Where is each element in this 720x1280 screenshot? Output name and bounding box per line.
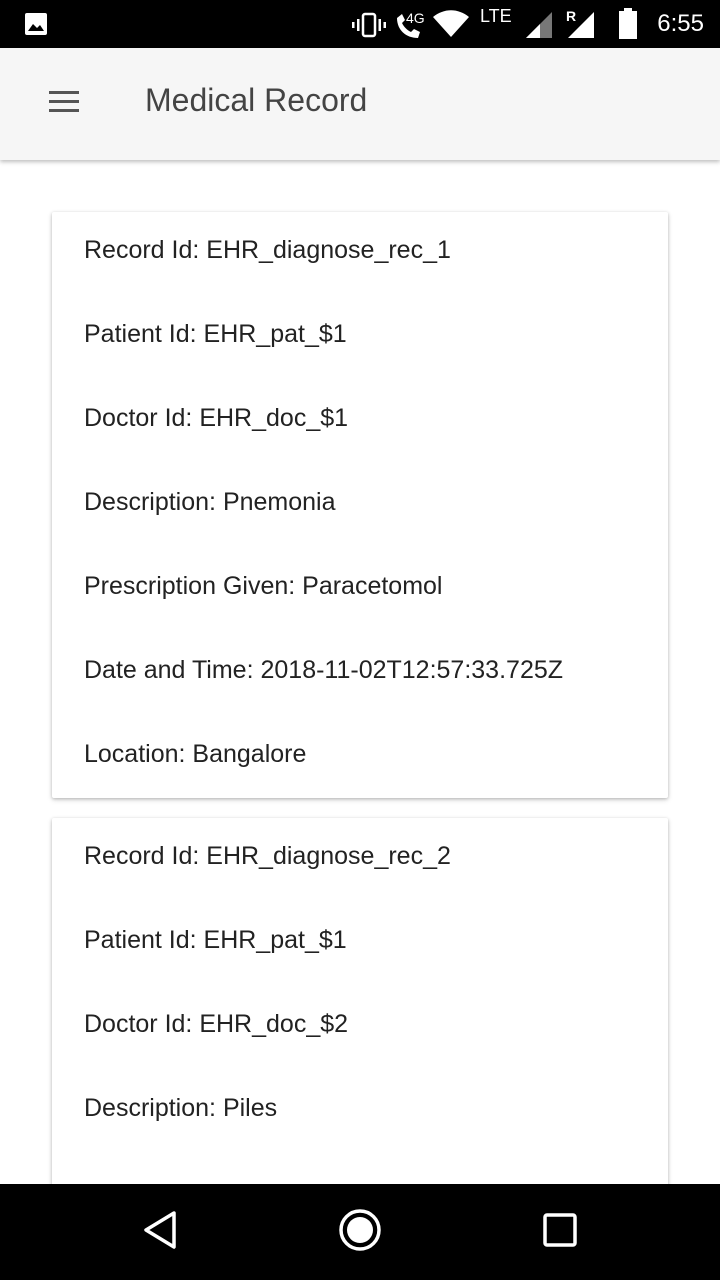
recents-icon xyxy=(543,1212,577,1252)
status-time: 6:55 xyxy=(657,10,704,37)
home-icon xyxy=(338,1208,382,1257)
vibrate-icon xyxy=(352,12,386,43)
description: Description: Pnemonia xyxy=(84,488,336,516)
screen: 4G LTE R 6:55 Medical Record Record Id: … xyxy=(0,0,720,1280)
navigation-bar xyxy=(0,1184,720,1280)
doctor-id: Doctor Id: EHR_doc_$1 xyxy=(84,404,349,432)
signal-icon xyxy=(524,10,554,45)
wifi-icon xyxy=(432,10,470,43)
back-button[interactable] xyxy=(136,1208,184,1256)
home-button[interactable] xyxy=(336,1208,384,1256)
signal-roaming-icon xyxy=(566,10,596,45)
prescription: Prescription Given: Paracetomol xyxy=(84,572,443,600)
record-id: Record Id: EHR_diagnose_rec_1 xyxy=(84,236,451,264)
record-card: Record Id: EHR_diagnose_rec_2 Patient Id… xyxy=(52,818,668,1184)
patient-id: Patient Id: EHR_pat_$1 xyxy=(84,926,347,954)
record-id: Record Id: EHR_diagnose_rec_2 xyxy=(84,842,451,870)
record-list[interactable]: Record Id: EHR_diagnose_rec_1 Patient Id… xyxy=(0,160,720,1184)
menu-icon xyxy=(49,90,79,118)
back-icon xyxy=(142,1210,178,1255)
location: Location: Bangalore xyxy=(84,740,307,768)
menu-button[interactable] xyxy=(32,80,96,128)
doctor-id: Doctor Id: EHR_doc_$2 xyxy=(84,1010,349,1038)
date-time: Date and Time: 2018-11-02T12:57:33.725Z xyxy=(84,656,564,684)
record-card: Record Id: EHR_diagnose_rec_1 Patient Id… xyxy=(52,212,668,798)
app-bar: Medical Record xyxy=(0,48,720,160)
status-bar: 4G LTE R 6:55 xyxy=(0,0,720,48)
battery-icon xyxy=(618,8,638,45)
page-title: Medical Record xyxy=(145,82,368,118)
recents-button[interactable] xyxy=(536,1208,584,1256)
network-type-label: 4G xyxy=(406,10,425,26)
description: Description: Piles xyxy=(84,1094,278,1122)
lte-label: LTE xyxy=(480,6,512,26)
image-icon xyxy=(24,12,48,36)
patient-id: Patient Id: EHR_pat_$1 xyxy=(84,320,347,348)
